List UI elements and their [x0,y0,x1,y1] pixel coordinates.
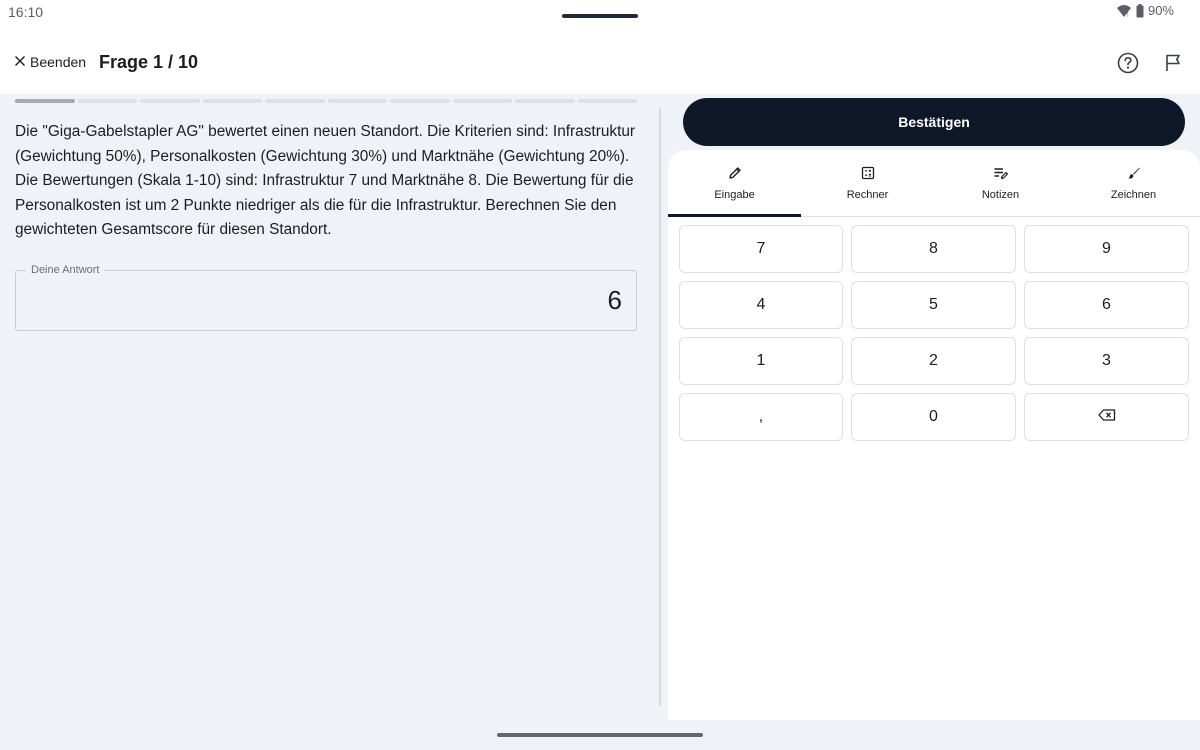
wifi-icon: ! [1116,4,1132,18]
key-2[interactable]: 2 [851,337,1016,385]
status-time: 16:10 [8,4,44,20]
progress-segment [202,99,262,103]
battery-level: 90% [1147,3,1174,18]
tab-label: Rechner [846,189,889,201]
key-0[interactable]: 0 [851,393,1016,441]
svg-text:!: ! [1127,13,1129,18]
flag-icon[interactable] [1163,53,1183,78]
progress-segment [327,99,387,103]
pencil-icon [728,166,742,180]
calculator-icon [861,166,875,180]
key-8[interactable]: 8 [851,225,1016,273]
tab-label: Eingabe [714,189,755,201]
pane-divider[interactable] [659,108,661,706]
progress-segment [577,99,637,103]
answer-label: Deine Antwort [26,264,105,276]
close-icon [14,54,26,70]
key-1[interactable]: 1 [679,337,843,385]
key-6[interactable]: 6 [1024,281,1189,329]
keypad: 7 8 9 4 5 6 1 2 3 , 0 [679,225,1189,441]
battery-icon [1136,3,1144,18]
tab-notizen[interactable]: Notizen [934,150,1067,216]
brush-icon [1127,166,1141,180]
progress-segment [265,99,325,103]
notes-icon [993,166,1009,180]
progress-segment [77,99,137,103]
key-3[interactable]: 3 [1024,337,1189,385]
page-title: Frage 1 / 10 [99,52,199,72]
status-indicators: ! 90% [1116,3,1174,18]
top-handle [562,14,638,18]
tab-eingabe[interactable]: Eingabe [668,150,801,217]
progress-segment [15,99,75,103]
tool-tabs: Eingabe Rechner Notizen Zeichnen [668,150,1200,217]
question-text: Die "Giga-Gabelstapler AG" bewertet eine… [15,123,636,238]
answer-field[interactable]: Deine Antwort 6 [15,264,637,331]
exit-button[interactable]: Beenden [14,54,86,70]
key-5[interactable]: 5 [851,281,1016,329]
header: Beenden Frage 1 / 10 [0,32,1200,94]
help-icon[interactable] [1117,52,1139,79]
progress-segment [390,99,450,103]
key-comma[interactable]: , [679,393,843,441]
key-9[interactable]: 9 [1024,225,1189,273]
progress-segment [452,99,512,103]
confirm-button[interactable]: Bestätigen [683,98,1185,146]
answer-value: 6 [607,285,622,315]
key-7[interactable]: 7 [679,225,843,273]
tab-zeichnen[interactable]: Zeichnen [1067,150,1200,216]
tab-label: Notizen [981,189,1020,201]
key-backspace[interactable] [1024,393,1189,441]
key-4[interactable]: 4 [679,281,843,329]
status-bar: 16:10 ! 90% [0,0,1200,32]
exit-label: Beenden [30,54,87,70]
progress-bar [15,99,637,103]
progress-segment [515,99,575,103]
tab-label: Zeichnen [1110,189,1157,201]
backspace-icon [1097,408,1116,426]
progress-segment [140,99,200,103]
tab-rechner[interactable]: Rechner [801,150,934,216]
home-handle[interactable] [497,733,703,737]
tool-panel: Eingabe Rechner Notizen Zeichnen 7 8 9 4… [668,150,1200,720]
